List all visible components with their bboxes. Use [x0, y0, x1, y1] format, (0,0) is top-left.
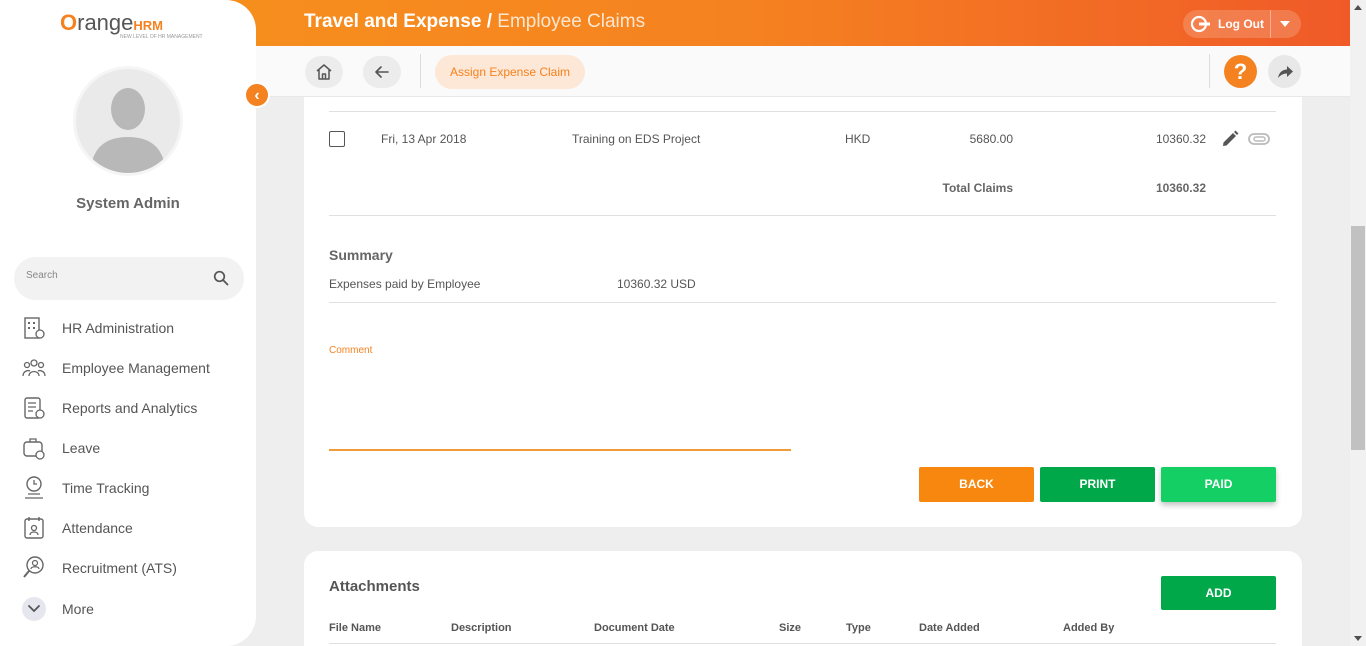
sidebar-collapse-button[interactable]: ‹ [244, 82, 270, 108]
toolbar-divider-right [1209, 54, 1210, 88]
sidebar-item-more[interactable]: More [22, 596, 242, 622]
more-circle [22, 597, 46, 621]
search-icon[interactable] [213, 270, 229, 286]
comment-textarea[interactable] [329, 359, 791, 451]
claim-date: Fri, 13 Apr 2018 [381, 132, 467, 146]
sidebar-item-label: Recruitment (ATS) [62, 560, 177, 576]
search-input[interactable] [26, 270, 196, 281]
sidebar-item-reports-and-analytics[interactable]: Reports and Analytics [22, 395, 242, 421]
page-title-sub: Employee Claims [497, 11, 646, 32]
claim-details-card: Fri, 13 Apr 2018 Training on EDS Project… [304, 97, 1302, 527]
comment-label: Comment [329, 345, 373, 356]
column-header-file-name[interactable]: File Name [329, 622, 381, 634]
sidebar-item-label: Employee Management [62, 360, 210, 376]
logo-tagline: NEW LEVEL OF HR MANAGEMENT [120, 34, 203, 40]
avatar[interactable] [73, 66, 183, 176]
logout-label: Log Out [1218, 17, 1264, 31]
leave-icon [23, 438, 45, 460]
back-button[interactable]: BACK [919, 467, 1034, 502]
divider [329, 215, 1276, 216]
sidebar-item-label: HR Administration [62, 320, 175, 336]
column-header-size[interactable]: Size [779, 622, 801, 634]
toolbar-divider [420, 54, 421, 88]
chevron-down-icon [28, 605, 40, 613]
back-nav-button[interactable] [363, 56, 401, 88]
scrollbar-thumb[interactable] [1351, 226, 1365, 450]
sidebar-item-attendance[interactable]: Attendance [22, 515, 242, 541]
sidebar-item-hr-administration[interactable]: HR Administration [22, 315, 242, 341]
sidebar-item-label: Attendance [62, 520, 133, 536]
logo-hrm: HRM [133, 18, 164, 33]
share-button[interactable] [1268, 55, 1301, 88]
clock-icon [25, 476, 43, 499]
recruit-icon [23, 556, 44, 578]
sidebar-item-label: Leave [62, 440, 101, 456]
attachments-title: Attachments [329, 578, 420, 595]
pencil-icon[interactable] [1220, 129, 1240, 149]
sidebar-item-label: Reports and Analytics [62, 400, 198, 416]
sidebar-search [14, 257, 244, 300]
page-title: Travel and Expense / Employee Claims [304, 11, 645, 33]
divider [329, 111, 1276, 112]
paperclip-icon[interactable] [1248, 132, 1270, 146]
paid-button[interactable]: PAID [1161, 467, 1276, 502]
sidebar-item-recruitment[interactable]: Recruitment (ATS) [22, 555, 242, 581]
add-attachment-button[interactable]: ADD [1161, 576, 1276, 610]
people-icon [22, 359, 46, 377]
orangehrm-logo: OrangeHRM NEW LEVEL OF HR MANAGEMENT [60, 10, 203, 40]
sidebar-item-label: Time Tracking [62, 480, 150, 496]
page-title-main: Travel and Expense / [304, 11, 498, 32]
logout-button[interactable]: Log Out [1183, 10, 1301, 38]
summary-row-value: 10360.32 USD [617, 277, 696, 291]
logo-o: O [60, 10, 78, 35]
divider [329, 643, 1276, 644]
scroll-up-arrow-icon[interactable] [1354, 5, 1362, 10]
column-header-description[interactable]: Description [451, 622, 512, 634]
logout-separator [1270, 10, 1271, 38]
caret-down-icon[interactable] [1280, 21, 1290, 27]
sidebar-item-employee-management[interactable]: Employee Management [22, 355, 242, 381]
total-claims-value: 10360.32 [1155, 181, 1206, 195]
home-icon [316, 64, 332, 80]
sidebar-item-leave[interactable]: Leave [22, 435, 242, 461]
summary-row-label: Expenses paid by Employee [329, 277, 481, 291]
attachments-card: Attachments ADD File Name Description Do… [304, 551, 1302, 646]
print-button[interactable]: PRINT [1040, 467, 1155, 502]
claim-converted-amount: 10360.32 [1155, 132, 1206, 146]
sidebar: OrangeHRM NEW LEVEL OF HR MANAGEMENT Syst… [0, 0, 256, 646]
column-header-type[interactable]: Type [846, 622, 871, 634]
claim-currency: HKD [845, 132, 871, 146]
building-icon [24, 317, 45, 339]
claim-description: Training on EDS Project [572, 132, 701, 146]
user-name: System Admin [76, 195, 180, 212]
sidebar-item-time-tracking[interactable]: Time Tracking [22, 475, 242, 501]
home-button[interactable] [305, 56, 343, 88]
help-button[interactable]: ? [1224, 55, 1257, 88]
logo-text: range [77, 10, 134, 35]
scroll-down-arrow-icon[interactable] [1354, 636, 1362, 641]
claim-amount: 5680.00 [969, 132, 1013, 146]
sidebar-item-label: More [62, 601, 94, 617]
summary-title: Summary [329, 247, 393, 263]
user-silhouette-icon [90, 88, 166, 173]
column-header-date-added[interactable]: Date Added [919, 622, 980, 634]
column-header-document-date[interactable]: Document Date [594, 622, 675, 634]
calendar-icon [24, 517, 44, 539]
share-icon [1278, 66, 1293, 78]
column-header-added-by[interactable]: Added By [1063, 622, 1114, 634]
toolbar: Assign Expense Claim ? [256, 46, 1350, 97]
assign-expense-claim-button[interactable]: Assign Expense Claim [435, 55, 585, 89]
report-icon [24, 397, 45, 419]
arrow-left-icon [375, 66, 389, 78]
divider [329, 302, 1276, 303]
total-claims-label: Total Claims [942, 181, 1013, 195]
claim-row-checkbox[interactable] [329, 131, 345, 147]
logout-icon [1190, 15, 1210, 33]
